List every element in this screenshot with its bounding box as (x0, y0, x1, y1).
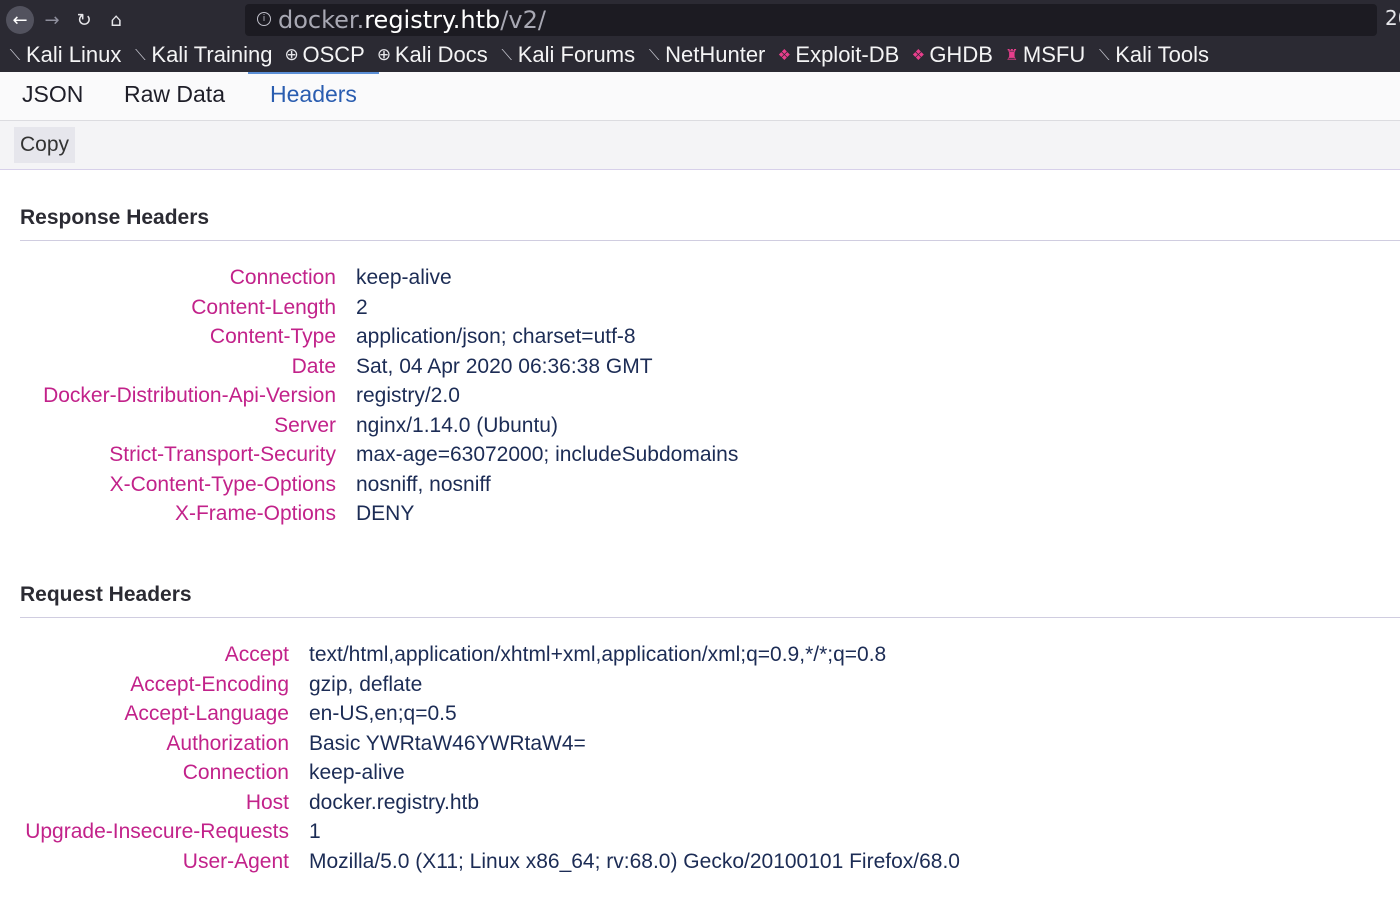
toolbar-overflow-text: 20 (1385, 6, 1400, 30)
bookmark-nethunter[interactable]: ⟍ NetHunter (647, 42, 766, 68)
bookmark-msfu[interactable]: ♜ MSFU (1005, 42, 1085, 68)
home-icon[interactable]: ⌂ (102, 6, 130, 34)
bookmark-label: Kali Forums (517, 42, 636, 67)
header-name: Connection (229, 266, 336, 289)
header-value: DENY (356, 502, 415, 525)
request-headers-divider (20, 617, 1400, 618)
header-name: Upgrade-Insecure-Requests (25, 820, 289, 843)
header-name: Accept-Language (124, 702, 289, 725)
response-headers-title: Response Headers (20, 206, 210, 229)
header-value: 2 (356, 295, 368, 319)
bookmark-kali-docs[interactable]: ⊕ Kali Docs (377, 42, 488, 68)
bookmark-ghdb[interactable]: ❖ GHDB (911, 42, 993, 68)
url-path: /v2/ (500, 6, 546, 34)
url-host: registry.htb (364, 6, 501, 34)
bookmark-label: Kali Linux (26, 42, 122, 67)
exploit-db-icon: ❖ (777, 47, 792, 64)
header-name: Connection (182, 761, 289, 784)
address-bar[interactable]: i docker.registry.htb/v2/ (245, 4, 1377, 36)
header-name: Host (245, 790, 289, 814)
response-headers-divider (20, 240, 1400, 241)
url-prefix: docker. (278, 6, 365, 34)
header-value: docker.registry.htb (309, 790, 480, 814)
tab-raw-data[interactable]: Raw Data (124, 72, 225, 120)
header-value: keep-alive (356, 266, 452, 289)
bookmark-kali-tools[interactable]: ⟍ Kali Tools (1097, 42, 1209, 68)
exploit-db-icon: ❖ (911, 47, 926, 64)
header-name: X-Frame-Options (174, 502, 336, 525)
header-name: Authorization (166, 731, 289, 755)
bookmark-exploit-db[interactable]: ❖ Exploit-DB (777, 42, 900, 68)
kali-dragon-icon: ⟍ (501, 46, 512, 64)
reload-icon[interactable]: ↻ (70, 6, 98, 34)
bookmark-label: Exploit-DB (795, 42, 900, 67)
kali-dragon-icon: ⟍ (9, 46, 21, 64)
headers-toolbar: Copy (0, 121, 1400, 170)
viewer-tabs: JSON Raw Data Headers (0, 72, 1400, 121)
tab-headers[interactable]: Headers (248, 72, 379, 120)
bookmark-label: Kali Training (151, 42, 273, 67)
bookmark-kali-forums[interactable]: ⟍ Kali Forums (500, 42, 635, 68)
header-name: Docker-Distribution-Api-Version (43, 384, 336, 407)
bookmarks-toolbar: ⟍ Kali Linux ⟍ Kali Training ⊕ OSCP ⊕ Kali Docs… (0, 40, 1400, 70)
header-name: Strict-Transport-Security (109, 443, 336, 466)
header-value: Mozilla/5.0 (X11; Linux x86_64; rv:68.0)… (309, 849, 960, 873)
browser-chrome: ← → ↻ ⌂ i docker.registry.htb/v2/ 20 ⟍ Ka… (0, 0, 1400, 72)
globe-icon: ⊕ (284, 45, 299, 64)
tab-json[interactable]: JSON (22, 72, 83, 120)
header-name: User-Agent (182, 849, 289, 873)
header-value: nginx/1.14.0 (Ubuntu) (356, 413, 558, 437)
back-arrow-icon[interactable]: ← (6, 6, 34, 34)
header-value: nosniff, nosniff (356, 472, 491, 496)
kali-dragon-icon: ⟍ (135, 46, 146, 64)
info-icon[interactable]: i (257, 12, 271, 26)
header-value: Sat, 04 Apr 2020 06:36:38 GMT (356, 354, 653, 378)
header-value: keep-alive (309, 761, 405, 784)
header-value: gzip, deflate (309, 672, 423, 696)
bookmark-oscp[interactable]: ⊕ OSCP (284, 42, 364, 68)
globe-icon: ⊕ (376, 45, 392, 64)
bookmark-label: MSFU (1022, 42, 1086, 67)
navigation-toolbar: ← → ↻ ⌂ i docker.registry.htb/v2/ 20 (0, 0, 1400, 40)
forward-arrow-icon[interactable]: → (38, 6, 66, 34)
url-text[interactable]: docker.registry.htb/v2/ (278, 6, 546, 34)
header-name: Accept-Encoding (130, 672, 289, 696)
header-value: registry/2.0 (356, 384, 460, 407)
bookmark-label: Kali Docs (394, 42, 488, 67)
header-value: en-US,en;q=0.5 (309, 702, 457, 725)
header-name: Content-Length (191, 295, 336, 319)
header-value: Basic YWRtaW46YWRtaW4= (309, 731, 586, 755)
kali-dragon-icon: ⟍ (648, 46, 660, 64)
header-name: X-Content-Type-Options (109, 472, 336, 496)
bookmark-label: Kali Tools (1115, 42, 1209, 67)
bookmark-kali-training[interactable]: ⟍ Kali Training (133, 42, 272, 68)
msfu-icon: ♜ (1005, 47, 1019, 64)
header-name: Server (274, 413, 336, 437)
request-headers-title: Request Headers (20, 583, 192, 606)
bookmark-label: NetHunter (665, 42, 766, 67)
header-name: Date (291, 354, 336, 378)
header-name: Accept (224, 643, 289, 666)
header-value: 1 (309, 820, 321, 843)
bookmark-label: GHDB (929, 42, 993, 67)
kali-dragon-icon: ⟍ (1098, 46, 1110, 64)
header-value: max-age=63072000; includeSubdomains (356, 443, 739, 466)
copy-button[interactable]: Copy (14, 127, 76, 163)
bookmark-kali-linux[interactable]: ⟍ Kali Linux (8, 42, 122, 68)
header-value: application/json; charset=utf-8 (356, 325, 636, 348)
bookmark-label: OSCP (302, 42, 365, 67)
header-value: text/html,application/xhtml+xml,applicat… (309, 643, 887, 666)
header-name: Content-Type (209, 325, 336, 348)
